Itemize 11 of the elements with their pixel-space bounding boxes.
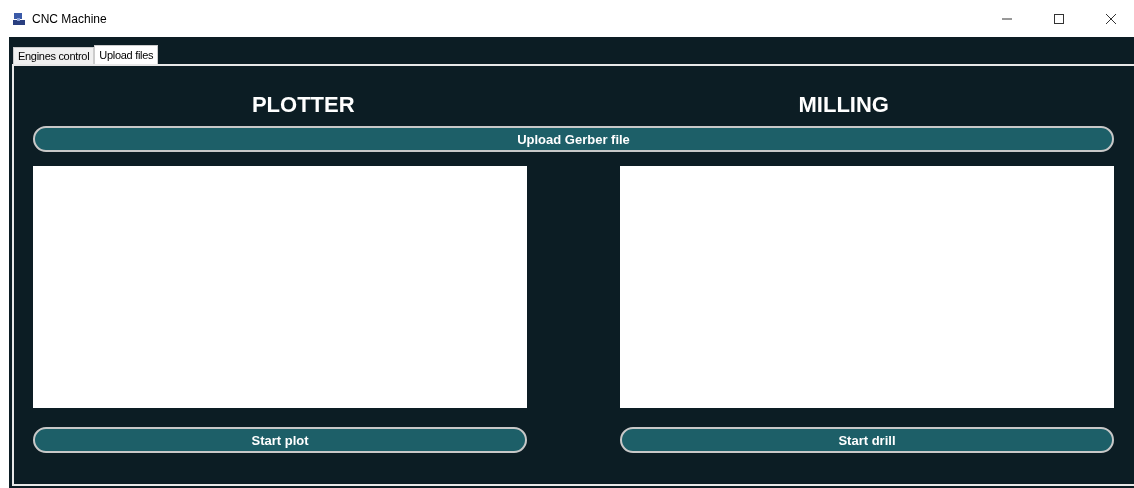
close-icon xyxy=(1106,13,1116,24)
section-title: PLOTTER xyxy=(250,92,356,119)
maximize-icon xyxy=(1054,13,1064,24)
tab[interactable]: Engines control xyxy=(13,47,95,64)
app-icon xyxy=(12,11,26,26)
upload-button[interactable]: Upload Gerber file xyxy=(33,126,1114,152)
start-button[interactable]: Start drill xyxy=(620,427,1114,453)
tab[interactable]: Upload files xyxy=(94,45,159,64)
start-button[interactable]: Start plot xyxy=(33,427,527,453)
section-title: MILLING xyxy=(797,92,890,119)
window-title: CNC Machine xyxy=(32,11,108,26)
